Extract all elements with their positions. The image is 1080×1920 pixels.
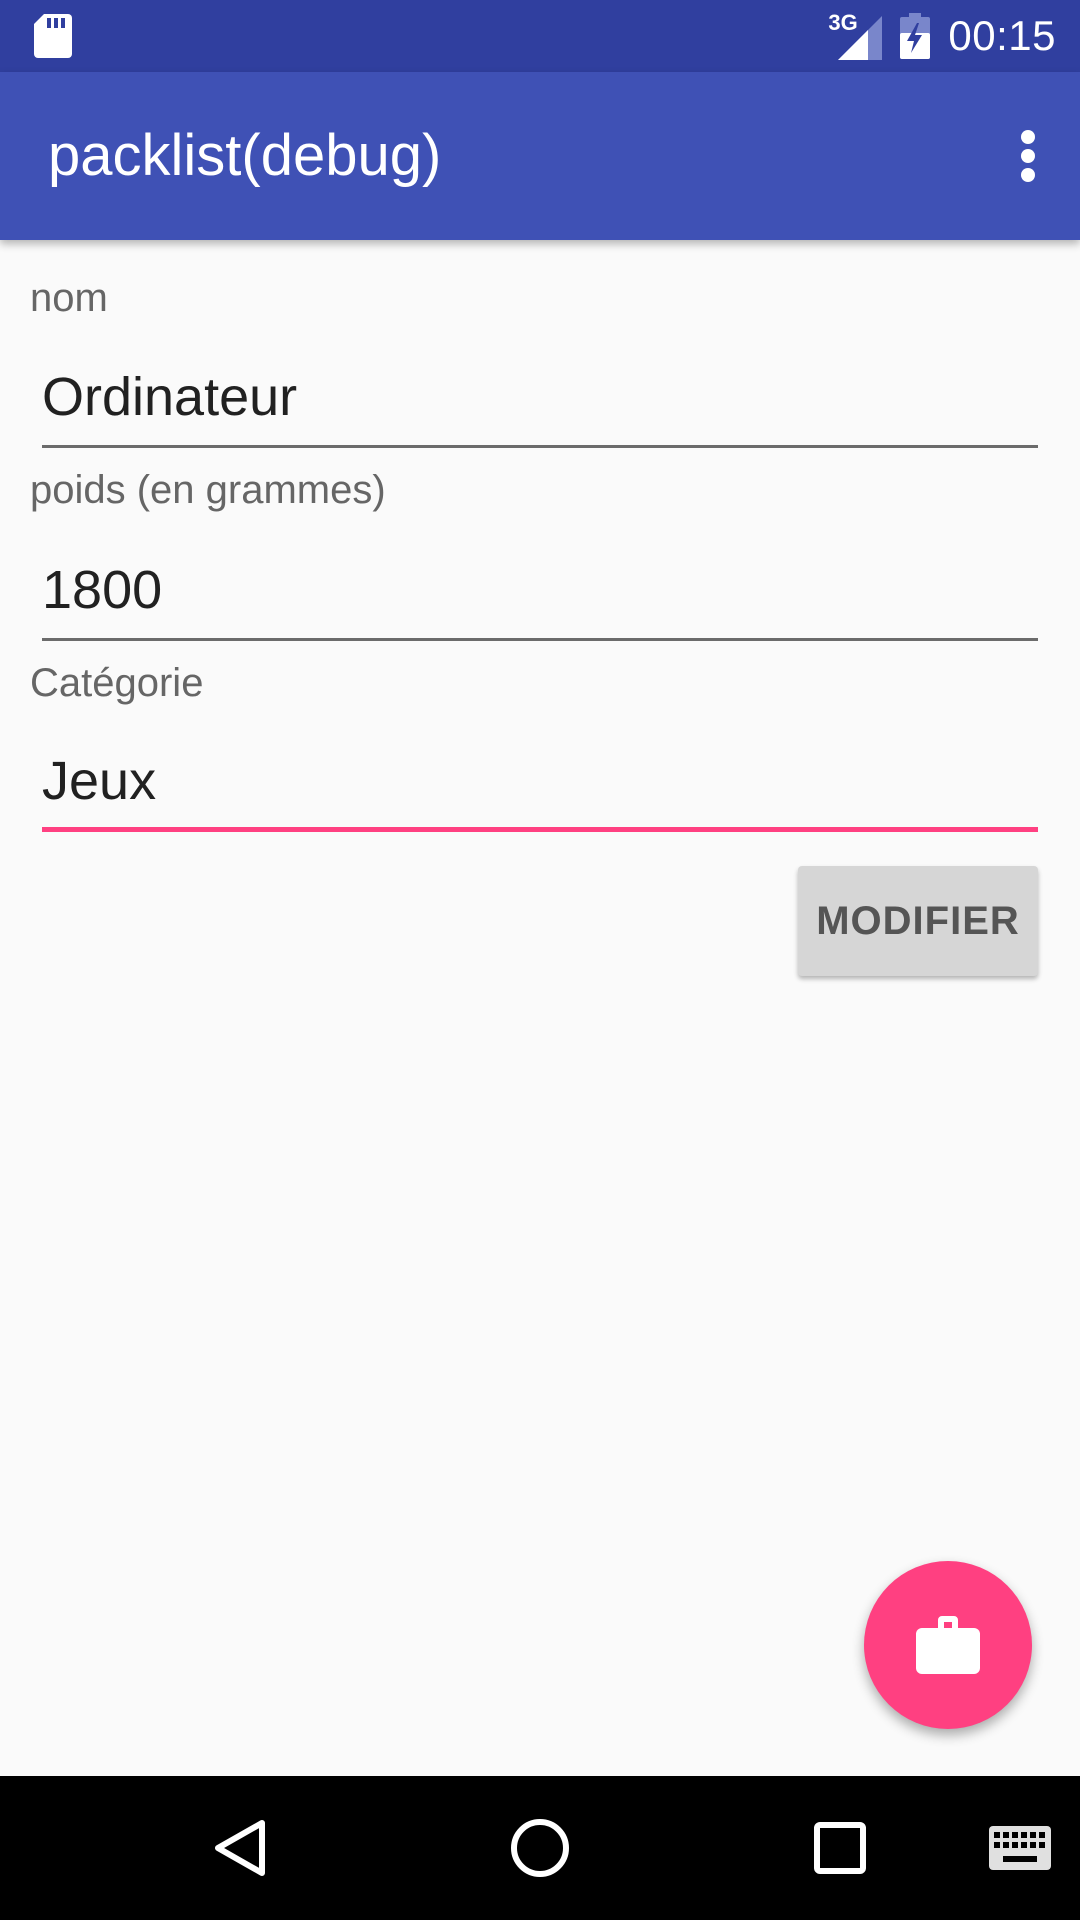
back-button[interactable]	[190, 1776, 290, 1920]
overflow-menu-button[interactable]	[992, 120, 1064, 192]
recents-button[interactable]	[790, 1776, 890, 1920]
app-bar: packlist(debug)	[0, 72, 1080, 240]
battery-charging-icon	[900, 13, 931, 59]
sd-card-icon	[34, 14, 72, 58]
name-input[interactable]: Ordinateur	[42, 352, 1038, 448]
weight-label: poids (en grammes)	[30, 468, 386, 512]
recents-square-icon	[814, 1822, 866, 1874]
more-vert-icon	[1021, 130, 1035, 182]
home-circle-icon	[511, 1819, 569, 1877]
pack-fab-button[interactable]	[864, 1561, 1032, 1729]
network-indicator: 3G	[828, 12, 883, 60]
screen: 3G 00:15 packlist(debug) nom Ordinateur …	[0, 0, 1080, 1920]
navigation-bar	[0, 1776, 1080, 1920]
home-button[interactable]	[490, 1776, 590, 1920]
keyboard-icon	[989, 1826, 1051, 1870]
keyboard-switch-button[interactable]	[980, 1776, 1060, 1920]
status-time: 00:15	[948, 12, 1056, 59]
status-bar: 3G 00:15	[0, 0, 1080, 72]
status-icons: 3G 00:15	[828, 0, 1056, 72]
weight-input[interactable]: 1800	[42, 545, 1038, 641]
category-input[interactable]: Jeux	[42, 736, 1038, 832]
category-label: Catégorie	[30, 661, 204, 705]
modifier-button[interactable]: MODIFIER	[798, 866, 1038, 976]
app-title: packlist(debug)	[48, 123, 442, 188]
name-label: nom	[30, 276, 108, 320]
back-triangle-icon	[215, 1820, 265, 1876]
cell-signal-icon	[838, 16, 883, 60]
briefcase-icon	[916, 1616, 980, 1674]
